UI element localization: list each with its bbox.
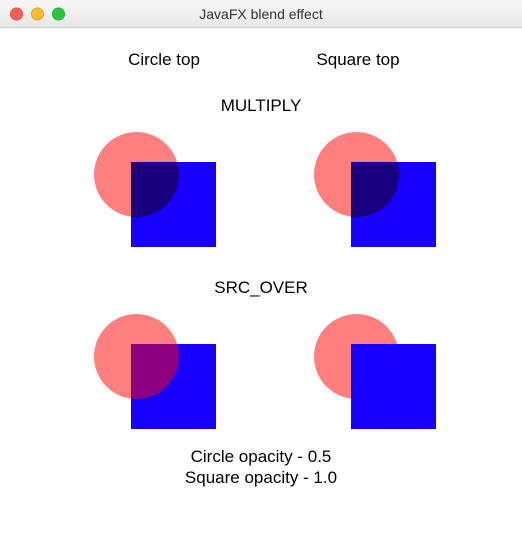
close-icon[interactable] — [10, 7, 23, 20]
opacity-footer: Circle opacity - 0.5 Square opacity - 1.… — [0, 446, 522, 489]
circle-opacity-label: Circle opacity - 0.5 — [0, 446, 522, 467]
window-title: JavaFX blend effect — [0, 6, 522, 22]
cell-srcover-circle-top — [76, 304, 226, 434]
zoom-icon[interactable] — [52, 7, 65, 20]
titlebar: JavaFX blend effect — [0, 0, 522, 28]
row-multiply — [0, 122, 522, 252]
red-circle — [94, 314, 179, 399]
red-circle — [94, 132, 179, 217]
cell-multiply-square-top — [296, 122, 446, 252]
minimize-icon[interactable] — [31, 7, 44, 20]
blend-mode-label-srcover: SRC_OVER — [0, 278, 522, 298]
cell-srcover-square-top — [296, 304, 446, 434]
traffic-lights — [10, 7, 65, 20]
column-header-square-top: Square top — [303, 50, 413, 70]
blue-square — [351, 344, 436, 429]
blend-mode-label-multiply: MULTIPLY — [0, 96, 522, 116]
content-area: Circle top Square top MULTIPLY SRC_OVER … — [0, 28, 522, 489]
column-header-circle-top: Circle top — [109, 50, 219, 70]
column-headers: Circle top Square top — [0, 50, 522, 70]
blue-square — [351, 162, 436, 247]
square-opacity-label: Square opacity - 1.0 — [0, 467, 522, 488]
row-srcover — [0, 304, 522, 434]
cell-multiply-circle-top — [76, 122, 226, 252]
